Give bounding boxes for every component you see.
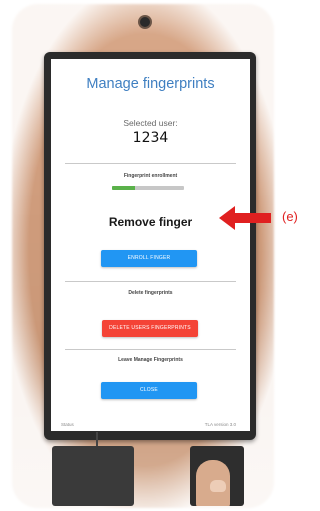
leave-heading: Leave Manage Fingerprints: [118, 357, 183, 363]
enrollment-progress-bar: [112, 186, 184, 190]
finger-nail: [210, 480, 226, 492]
enrollment-progress-fill: [112, 186, 136, 190]
selected-user-label: Selected user:: [123, 118, 178, 128]
card-reader-slot: [52, 446, 134, 506]
camera-icon: [140, 17, 150, 27]
enrollment-heading: Fingerprint enrollment: [123, 173, 178, 179]
close-button[interactable]: CLOSE: [101, 382, 197, 399]
tablet-screen: Manage fingerprints Selected user: 1234 …: [51, 59, 250, 431]
divider: [65, 163, 236, 164]
page-title: Manage fingerprints: [86, 76, 215, 92]
footer-status: Status: [61, 422, 74, 427]
finger: [196, 460, 230, 506]
selected-user-value: 1234: [132, 130, 169, 146]
annotation-arrow-icon: [219, 206, 271, 230]
divider: [65, 349, 236, 350]
delete-users-fingerprints-button[interactable]: DELETE USERS FINGERPRINTS: [102, 320, 198, 337]
delete-heading: Delete fingerprints: [128, 290, 173, 296]
enroll-finger-button[interactable]: ENROLL FINGER: [101, 250, 197, 267]
annotation-label: (e): [282, 209, 298, 224]
fingerprint-sensor: [190, 446, 244, 506]
divider: [65, 281, 236, 282]
footer-version: TLA version 3.0: [204, 422, 236, 427]
